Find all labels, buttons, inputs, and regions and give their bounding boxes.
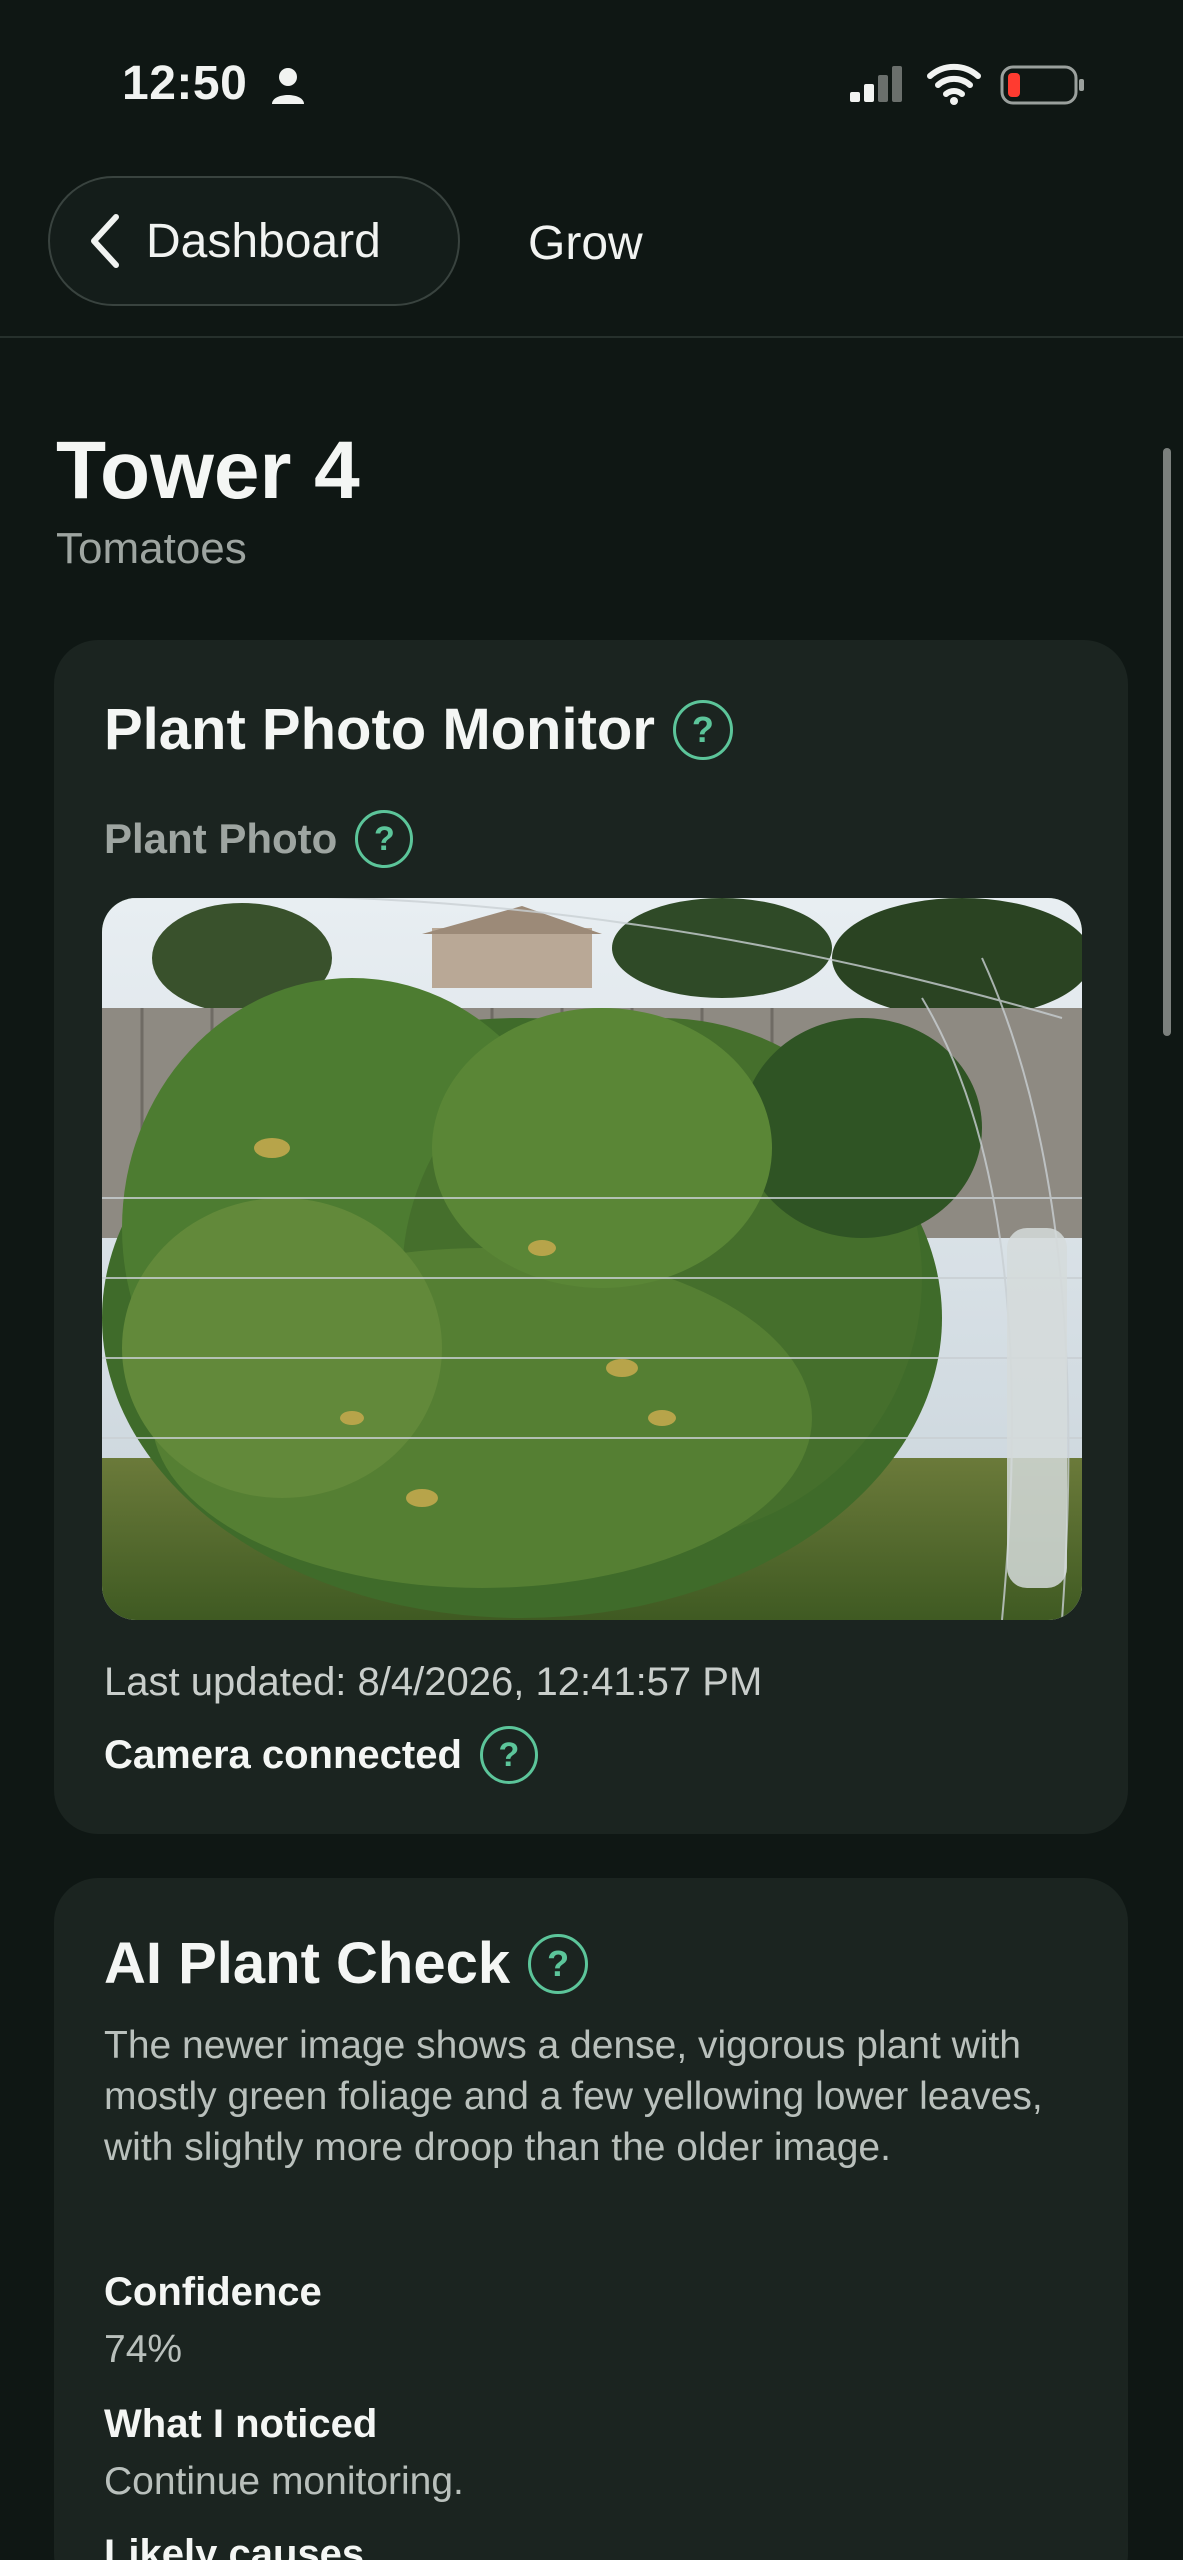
status-bar: 12:50 bbox=[0, 0, 1183, 150]
ai-plant-check-card: AI Plant Check ? The newer image shows a… bbox=[54, 1878, 1128, 2560]
back-button-label: Dashboard bbox=[146, 214, 381, 268]
plant-photo-image bbox=[102, 898, 1082, 1620]
signal-icon bbox=[850, 66, 902, 102]
camera-status: Camera connected bbox=[104, 1732, 462, 1777]
page-title: Tower 4 bbox=[56, 425, 360, 516]
help-icon[interactable]: ? bbox=[479, 1726, 538, 1784]
help-icon[interactable]: ? bbox=[355, 810, 414, 868]
likely-causes-label: Likely causes bbox=[104, 2532, 365, 2560]
ai-check-summary: The newer image shows a dense, vigorous … bbox=[104, 2024, 1043, 2169]
back-button[interactable]: Dashboard bbox=[48, 176, 460, 306]
photo-monitor-title-row: Plant Photo Monitor ? bbox=[104, 696, 733, 763]
last-updated-text: Last updated: 8/4/2026, 12:41:57 PM bbox=[104, 1660, 763, 1704]
ai-check-title: AI Plant Check bbox=[104, 1931, 511, 1996]
nav-bar: Dashboard Grow bbox=[0, 150, 1183, 338]
wifi-icon bbox=[927, 63, 981, 105]
plant-photo-label: Plant Photo bbox=[104, 815, 338, 862]
plant-photo[interactable] bbox=[102, 898, 1082, 1620]
camera-status-row: Camera connected ? bbox=[104, 1726, 538, 1784]
battery-low-icon bbox=[1000, 65, 1084, 105]
app-screen: 12:50 Dashboard Grow Tower 4 Tomatoes Pl… bbox=[0, 0, 1183, 2560]
chevron-left-icon bbox=[91, 214, 119, 268]
photo-monitor-card: Plant Photo Monitor ? Plant Photo ? Last… bbox=[54, 640, 1128, 1834]
photo-monitor-title: Plant Photo Monitor bbox=[104, 697, 655, 762]
help-icon[interactable]: ? bbox=[672, 699, 733, 760]
confidence-value: 74% bbox=[104, 2328, 183, 2371]
confidence-label: Confidence bbox=[104, 2270, 322, 2314]
status-time: 12:50 bbox=[122, 57, 248, 110]
scrollbar[interactable] bbox=[1163, 448, 1171, 1036]
plant-photo-label-row: Plant Photo ? bbox=[104, 810, 414, 868]
noticed-value: Continue monitoring. bbox=[104, 2460, 464, 2503]
noticed-label: What I noticed bbox=[104, 2402, 378, 2446]
nav-tab-grow[interactable]: Grow bbox=[528, 216, 643, 271]
ai-check-title-row: AI Plant Check ? bbox=[104, 1930, 589, 1997]
help-icon[interactable]: ? bbox=[528, 1933, 589, 1994]
page-subtitle: Tomatoes bbox=[56, 524, 247, 573]
person-icon bbox=[272, 68, 304, 104]
